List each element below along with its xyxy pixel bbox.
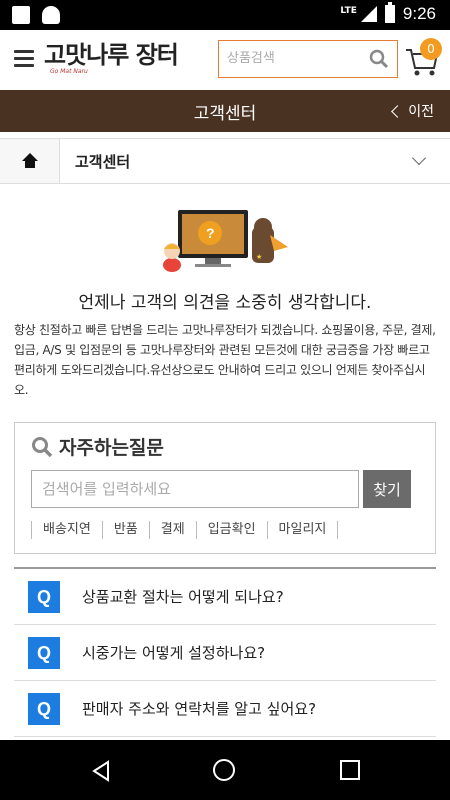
- intro-description: 항상 친절하고 빠른 답변을 드리는 고맛나루장터가 되겠습니다. 쇼핑몰이용,…: [14, 323, 436, 397]
- search-icon[interactable]: [369, 49, 389, 69]
- menu-icon[interactable]: [14, 50, 34, 68]
- faq-tag[interactable]: 결제: [148, 521, 196, 539]
- network-type: LTE: [340, 6, 357, 16]
- faq-search-panel: 자주하는질문 찾기 배송지연 반품 결제 입금확인 마일리지: [14, 422, 436, 554]
- customer-service-illustration: ? ★: [163, 210, 288, 272]
- home-icon: [22, 153, 38, 168]
- home-button[interactable]: [0, 139, 60, 183]
- logo-accent: 장터: [135, 40, 179, 69]
- question-text: 상품교환 절차는 어떻게 되나요?: [82, 588, 284, 606]
- breadcrumb-label: 고객센터: [75, 153, 131, 171]
- battery-icon: [384, 2, 395, 23]
- faq-title: 자주하는질문: [31, 433, 164, 460]
- back-triangle-icon[interactable]: [90, 760, 112, 782]
- logo-sub: Go Mat Naru: [50, 68, 88, 75]
- android-icon: [42, 6, 60, 24]
- logo-main: 고맛나루: [44, 40, 129, 69]
- logo[interactable]: 고맛나루 장터 Go Mat Naru: [44, 40, 179, 78]
- recent-apps-icon[interactable]: [340, 760, 360, 780]
- question-text: 판매자 주소와 연락처를 알고 싶어요?: [82, 700, 317, 718]
- faq-find-button[interactable]: 찾기: [363, 470, 411, 508]
- question-badge: Q: [28, 637, 60, 669]
- svg-text:?: ?: [206, 225, 215, 241]
- signal-icon: [360, 6, 377, 22]
- faq-tag[interactable]: 반품: [101, 521, 149, 539]
- faq-tag[interactable]: 배송지연: [31, 521, 102, 539]
- faq-tag[interactable]: 마일리지: [266, 521, 339, 539]
- question-item[interactable]: Q 상품교환 절차는 어떻게 되나요?: [14, 569, 436, 625]
- back-button[interactable]: 이전: [391, 101, 434, 121]
- product-search-input[interactable]: [219, 41, 359, 75]
- question-item[interactable]: Q 시중가는 어떻게 설정하나요?: [14, 625, 436, 681]
- question-badge: Q: [28, 581, 60, 613]
- question-text: 시중가는 어떻게 설정하나요?: [82, 644, 266, 662]
- chevron-down-icon[interactable]: [411, 150, 427, 166]
- faq-tag-list: 배송지연 반품 결제 입금확인 마일리지: [31, 521, 339, 539]
- question-badge: Q: [28, 693, 60, 725]
- cart-count-badge: 0: [420, 38, 442, 60]
- faq-title-text: 자주하는질문: [59, 437, 164, 459]
- clock: 9:26: [402, 4, 436, 23]
- svg-text:★: ★: [256, 253, 262, 261]
- chevron-left-icon: [391, 104, 405, 118]
- breadcrumb: 고객센터: [0, 138, 450, 184]
- sd-card-icon: [12, 6, 30, 24]
- question-item[interactable]: Q 판매자 주소와 연락처를 알고 싶어요?: [14, 681, 436, 737]
- back-label: 이전: [408, 104, 434, 120]
- system-nav-bar: [0, 740, 450, 800]
- home-circle-icon[interactable]: [213, 759, 235, 781]
- search-icon: [32, 436, 53, 457]
- product-search: [218, 40, 398, 78]
- intro-headline: 언제나 고객의 의견을 소중히 생각합니다.: [78, 293, 372, 313]
- faq-tag[interactable]: 입금확인: [195, 521, 267, 539]
- faq-question-list: Q 상품교환 절차는 어떻게 되나요? Q 시중가는 어떻게 설정하나요? Q …: [14, 567, 436, 737]
- app-header: 고맛나루 장터 Go Mat Naru 0: [0, 30, 450, 90]
- page-title: 고객센터: [193, 104, 257, 124]
- title-bar: 고객센터 이전: [0, 90, 450, 132]
- status-bar: LTE 9:26: [0, 0, 450, 30]
- faq-search-input[interactable]: [31, 470, 359, 508]
